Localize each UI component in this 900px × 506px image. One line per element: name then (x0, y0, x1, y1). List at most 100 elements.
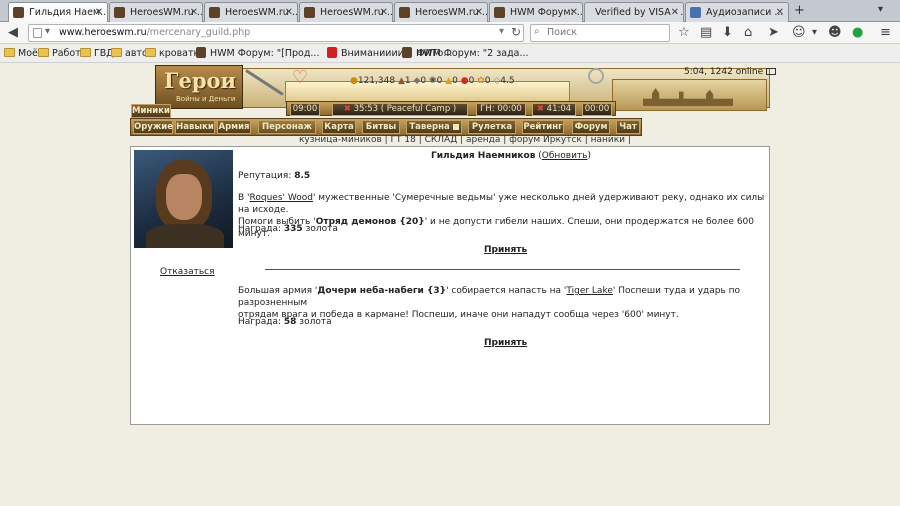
hwm-favicon-icon (399, 7, 410, 18)
tab-hwm-forum[interactable]: HWM Форум: ... ✕ (489, 2, 583, 22)
home-icon[interactable]: ⌂ (744, 25, 752, 41)
bookmark-moe[interactable]: Моё (4, 47, 38, 60)
tab-heroeswm-4[interactable]: HeroesWM.ru ... ✕ (394, 2, 488, 22)
minions-button[interactable]: Миники (131, 104, 171, 118)
castle-silhouette-icon (643, 88, 733, 106)
timer-gn: ГН: 00:00 (476, 103, 526, 116)
url-bar[interactable]: ▾ www.heroeswm.ru/mercenary_guild.php ▾ … (28, 24, 524, 42)
guild-title: Гильдия Наемников (Обновить) (431, 151, 592, 161)
wood-icon: ▲ (397, 76, 405, 86)
menu-army[interactable]: Армия (217, 120, 251, 134)
tab-heroeswm-3[interactable]: HeroesWM.ru ... ✕ (299, 2, 393, 22)
search-icon: ⌕ (534, 26, 540, 37)
menu-roulette[interactable]: Рулетка (468, 120, 516, 134)
menu-weapons[interactable]: Оружие (133, 120, 173, 134)
quick-links[interactable]: кузница-миников | ГТ 18 | СКЛАД | аренда… (299, 135, 631, 145)
whatsapp-icon[interactable]: ● (852, 25, 863, 41)
bookmark-hwm-forum-prod[interactable]: HWM Форум: "[Прод... (196, 47, 319, 60)
download-icon[interactable]: ⬇ (722, 25, 733, 41)
reputation: Репутация: 8.5 (238, 171, 311, 181)
bookmark-gvd[interactable]: ГВД (80, 47, 114, 60)
close-icon[interactable]: ✕ (285, 3, 293, 22)
red-favicon-icon (327, 47, 337, 58)
bookmark-avto[interactable]: авто (111, 47, 148, 60)
menu-skills[interactable]: Навыки (175, 120, 215, 134)
tab-mercenary-guild[interactable]: Гильдия Наем... ✕ (8, 2, 108, 22)
tab-heroeswm-2[interactable]: HeroesWM.ru ... ✕ (204, 2, 298, 22)
share-icon[interactable]: ➤ (768, 25, 779, 41)
resource-readout: ●121,348 ▲1 ◆0 ✺0 ▲0 ●0 ✿0 ◇4.5 (350, 76, 515, 86)
menu-character[interactable]: Персонаж (258, 120, 316, 134)
close-icon[interactable]: ✕ (776, 3, 784, 22)
menu-chat[interactable]: Чат (616, 120, 640, 134)
location-link-roques-wood[interactable]: Roques' Wood (250, 193, 313, 203)
accept-quest-1-button[interactable]: Принять (484, 245, 527, 255)
tab-verified-visa[interactable]: Verified by VISA - ... ✕ (584, 2, 684, 22)
search-input[interactable] (547, 27, 665, 38)
close-icon[interactable]: ✕ (570, 3, 578, 22)
tab-heroeswm-1[interactable]: HeroesWM.ru ... ✕ (109, 2, 203, 22)
timer-left: 09:00 (290, 103, 320, 116)
ring-icon[interactable] (588, 68, 604, 84)
back-button[interactable]: ◀ (8, 25, 18, 41)
location-link-tiger-lake[interactable]: Tiger Lake (566, 286, 613, 296)
hwm-favicon-icon (402, 47, 412, 58)
menu-battles[interactable]: Битвы (362, 120, 400, 134)
bookmark-hwm-forum-2[interactable]: HWM Форум: "2 зада... (402, 47, 529, 60)
armor-shape (146, 224, 224, 248)
page-info-icon[interactable] (33, 28, 42, 38)
heart-icon[interactable]: ♡ (292, 67, 308, 88)
quest-1-reward: Награда: 335 золота (238, 224, 338, 234)
mercenary-guild-panel: Гильдия Наемников (Обновить) Репутация: … (130, 146, 770, 425)
hwm-favicon-icon (114, 7, 125, 18)
bookmark-star-icon[interactable]: ☆ (678, 25, 690, 41)
timer-camp: ✖ 35:53 ( Peaceful Camp ) (332, 103, 468, 116)
battle-icon: ✖ (343, 104, 351, 114)
gems-icon: ✿ (477, 76, 485, 86)
menu-rating[interactable]: Рейтинг (522, 120, 564, 134)
close-icon[interactable]: ✕ (95, 3, 103, 22)
chevron-down-icon[interactable]: ▾ (45, 26, 50, 37)
timer-mid: ✖ 41:04 (532, 103, 576, 116)
refresh-link[interactable]: Обновить (542, 151, 588, 161)
reload-icon[interactable]: ↻ (511, 25, 521, 39)
extension-face-icon[interactable]: ☺ (792, 25, 806, 41)
new-tab-button[interactable]: + (794, 3, 805, 18)
menu-map[interactable]: Карта (322, 120, 356, 134)
search-box[interactable]: ⌕ (530, 24, 670, 42)
url-dropdown-icon[interactable]: ▾ (499, 26, 504, 37)
hwm-favicon-icon (494, 7, 505, 18)
crystal-icon: ● (460, 76, 469, 86)
accept-quest-2-button[interactable]: Принять (484, 338, 527, 348)
close-icon[interactable]: ✕ (380, 3, 388, 22)
folder-icon (145, 48, 156, 57)
close-icon[interactable]: ✕ (190, 3, 198, 22)
reading-list-icon[interactable]: ▤ (700, 25, 712, 41)
timer-right: 00:00 (582, 103, 612, 116)
extension-smile-icon[interactable]: ☻ (828, 25, 842, 41)
castle-panorama (612, 79, 767, 111)
game-page: Герои Войны и Деньги ♡ ●121,348 ▲1 ◆0 ✺0… (0, 63, 900, 506)
tab-audio[interactable]: Аудиозаписи ... ✕ (685, 2, 789, 22)
tab-list-chevron-icon[interactable]: ▾ (878, 4, 883, 15)
mail-icon[interactable] (766, 68, 777, 75)
folder-icon (38, 48, 49, 57)
folder-icon (80, 48, 91, 57)
tavern-badge-icon (452, 123, 459, 130)
menu-forum[interactable]: Форум (572, 120, 610, 134)
gold-icon: ● (350, 76, 358, 86)
hwm-favicon-icon (209, 7, 220, 18)
online-status: 5:04, 1242 online (684, 67, 777, 77)
mercury-icon: ✺ (429, 76, 437, 86)
extension-menu-chevron-icon[interactable]: ▾ (812, 25, 817, 41)
folder-icon (111, 48, 122, 57)
close-icon[interactable]: ✕ (475, 3, 483, 22)
close-icon[interactable]: ✕ (671, 3, 679, 22)
decline-button[interactable]: Отказаться (160, 267, 215, 277)
menu-tavern[interactable]: Таверна (406, 120, 462, 134)
hamburger-menu-icon[interactable]: ≡ (880, 25, 891, 41)
logo[interactable]: Герои Войны и Деньги (155, 65, 243, 109)
battle-icon: ✖ (536, 104, 544, 114)
mercenary-portrait (134, 150, 233, 248)
url-text[interactable]: www.heroeswm.ru/mercenary_guild.php (59, 27, 250, 38)
